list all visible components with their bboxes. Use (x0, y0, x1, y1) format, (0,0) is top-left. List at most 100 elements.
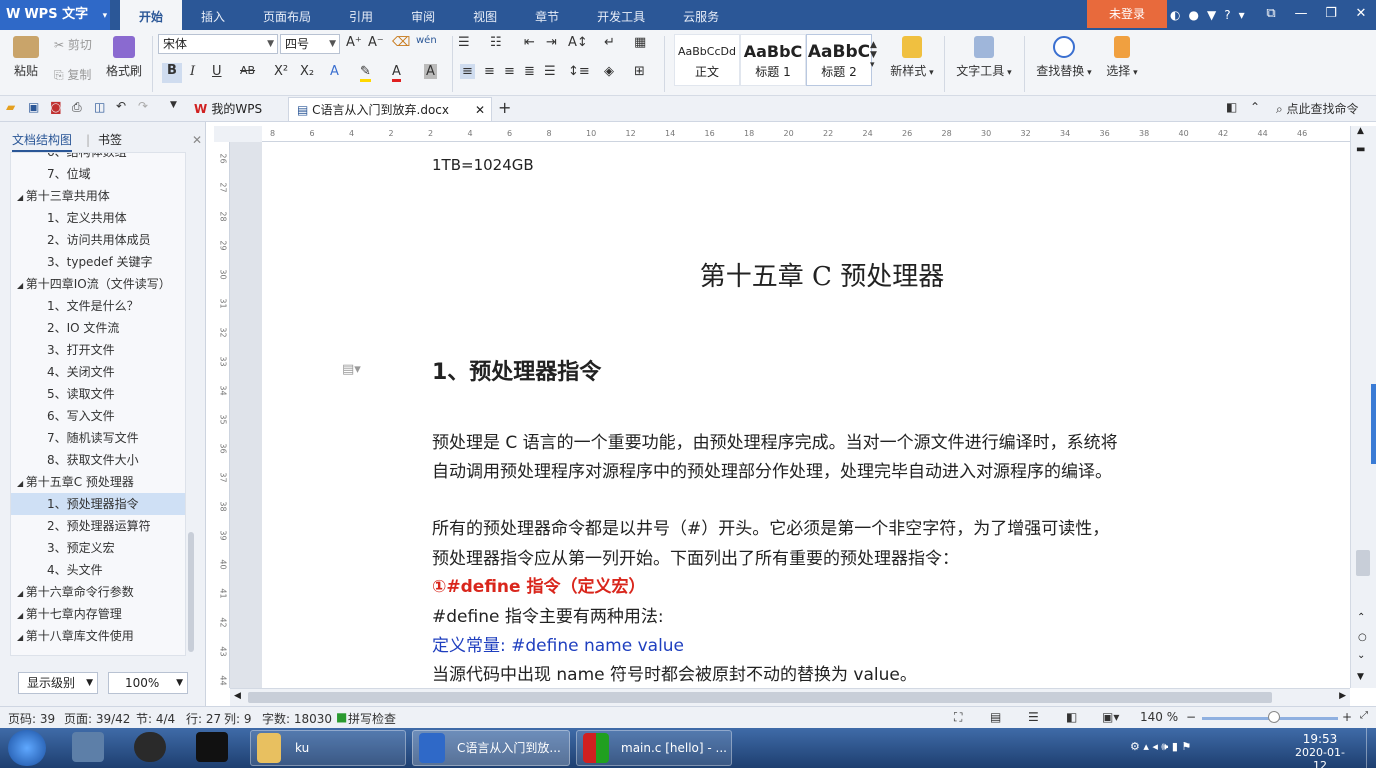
terminal-app-icon[interactable] (196, 732, 228, 762)
tab-page-layout[interactable]: 页面布局 (244, 0, 330, 30)
status-section[interactable]: 节: 4/4 (136, 710, 175, 727)
collapse-icon[interactable]: ◢ (17, 589, 26, 598)
text-tools-button[interactable]: 文字工具 ▾ (952, 36, 1016, 79)
cut-button[interactable]: ✂ 剪切 (54, 36, 92, 53)
decrease-indent-icon[interactable]: ⇤ (524, 35, 535, 50)
outline-chapter[interactable]: ◢ 第十八章库文件使用 (11, 625, 185, 647)
outline-item[interactable]: 4、头文件 (11, 559, 185, 581)
outline-view-icon[interactable]: ☰ (1028, 710, 1039, 724)
horizontal-scrollbar[interactable]: ◀ ▶ (230, 688, 1350, 706)
outline-item[interactable]: 3、typedef 关键字 (11, 251, 185, 273)
collapse-icon[interactable]: ◢ (17, 633, 26, 642)
skin-icon[interactable]: ▼ (1207, 8, 1216, 22)
line-spacing-icon[interactable]: ↕≡ (568, 64, 590, 79)
outline-item[interactable]: 2、访问共用体成员 (11, 229, 185, 251)
expand-icon[interactable]: ⤢ (1360, 710, 1368, 721)
font-color-icon[interactable]: A (392, 64, 401, 82)
undo-icon[interactable]: ↶ (116, 99, 126, 113)
align-left-icon[interactable]: ≡ (460, 64, 475, 79)
tab-references[interactable]: 引用 (330, 0, 392, 30)
outline-item[interactable]: 4、关闭文件 (11, 361, 185, 383)
outline-chapter[interactable]: ◢ 第十七章内存管理 (11, 603, 185, 625)
font-size-select[interactable]: 四号 ▼ (280, 34, 340, 54)
open-icon[interactable]: ▰ (6, 100, 15, 114)
collapse-icon[interactable]: ◢ (17, 193, 26, 202)
panel-zoom-select[interactable]: 100% ▼ (108, 672, 188, 694)
preview-icon[interactable]: ◫ (94, 100, 105, 114)
side-panel-toggle[interactable] (1371, 384, 1376, 464)
underline-icon[interactable]: U (212, 64, 222, 79)
scroll-left-icon[interactable]: ◀ (234, 691, 241, 701)
status-page[interactable]: 页面: 39/42 (64, 710, 130, 727)
copy-button[interactable]: ⎘ 复制 (54, 66, 91, 83)
feedback-icon[interactable]: ◐ (1170, 8, 1180, 22)
paragraph-menu-icon[interactable]: ▤▾ (342, 362, 361, 377)
maximize-icon[interactable]: ❐ (1316, 0, 1346, 30)
zoom-out-icon[interactable]: − (1186, 710, 1196, 724)
web-view-icon[interactable]: ◧ (1066, 710, 1077, 724)
app-menu-button[interactable]: W WPS 文字 ▾ (0, 0, 110, 30)
tab-insert[interactable]: 插入 (182, 0, 244, 30)
fill-color-icon[interactable]: ◈ (604, 64, 614, 79)
tab-cloud[interactable]: 云服务 (664, 0, 738, 30)
display-level-select[interactable]: 显示级别 ▼ (18, 672, 98, 694)
help-icon[interactable]: ? (1224, 8, 1230, 22)
shrink-font-icon[interactable]: A⁻ (368, 35, 384, 50)
horizontal-ruler[interactable]: 8 6 4 2 2 4 6 8 10 12 14 16 18 20 22 24 26 28 30 32 34 36 38 40… (262, 126, 1350, 142)
scroll-right-icon[interactable]: ▶ (1339, 691, 1346, 701)
pinyin-icon[interactable]: wén (416, 35, 437, 46)
collapse-icon[interactable]: ◢ (17, 611, 26, 620)
nox-app-icon[interactable] (134, 732, 166, 762)
tab-bookmark[interactable]: 书签 (98, 130, 122, 150)
tab-document[interactable]: ▤ C语言从入门到放弃.docx ✕ (288, 97, 492, 121)
format-painter-button[interactable]: 格式刷 (102, 36, 146, 79)
close-icon[interactable]: ✕ (1346, 0, 1376, 30)
tab-developer[interactable]: 开发工具 (578, 0, 664, 30)
vertical-scrollbar[interactable]: ▲ ▬ ⌃ ○ ⌄ ▼ (1350, 126, 1376, 688)
read-mode-icon[interactable]: ▣▾ (1102, 710, 1119, 724)
status-page-no[interactable]: 页码: 39 (8, 710, 55, 727)
outline-item[interactable]: 8、获取文件大小 (11, 449, 185, 471)
print-icon[interactable]: ⎙ (72, 100, 82, 115)
outline-item[interactable]: 7、随机读写文件 (11, 427, 185, 449)
command-search[interactable]: ⌕ 点此查找命令 (1276, 100, 1359, 117)
italic-icon[interactable]: I (190, 64, 195, 79)
style-heading-2[interactable]: AaBbC 标题 2 (806, 34, 872, 86)
pdf-icon[interactable]: ◙ (50, 100, 62, 114)
collapse-icon[interactable]: ◢ (17, 281, 26, 290)
next-page-icon[interactable]: ⌄ (1357, 650, 1365, 661)
prev-page-icon[interactable]: ⌃ (1357, 612, 1365, 623)
document-page[interactable]: 1TB=1024GB 第十五章 C 预处理器 ▤▾ 1、预处理器指令 预处理是 … (262, 142, 1350, 688)
tab-chapter[interactable]: 章节 (516, 0, 578, 30)
outline-item[interactable]: 3、打开文件 (11, 339, 185, 361)
find-replace-button[interactable]: 查找替换 ▾ (1032, 36, 1096, 79)
outline-item[interactable]: 3、预定义宏 (11, 537, 185, 559)
collapse-icon[interactable]: ◢ (17, 479, 26, 488)
strikethrough-icon[interactable]: AB (240, 64, 255, 77)
increase-indent-icon[interactable]: ⇥ (546, 35, 557, 50)
outline-item[interactable]: 6、写入文件 (11, 405, 185, 427)
show-desktop-button[interactable] (1366, 728, 1376, 768)
start-button[interactable] (8, 730, 46, 766)
text-effect-icon[interactable]: A (330, 64, 339, 79)
justify-icon[interactable]: ≣ (524, 64, 535, 79)
outline-item[interactable]: 5、读取文件 (11, 383, 185, 405)
show-marks-icon[interactable]: ↵ (604, 35, 615, 50)
close-icon[interactable]: ✕ (192, 130, 202, 150)
task-folder[interactable]: ku (250, 730, 406, 766)
browse-object-icon[interactable]: ○ (1358, 632, 1367, 643)
superscript-icon[interactable]: X² (274, 64, 288, 79)
scroll-up-icon[interactable]: ▲ (1357, 126, 1364, 136)
tab-home[interactable]: 开始 (120, 0, 183, 30)
gear-app-icon[interactable] (72, 732, 104, 762)
save-icon[interactable]: ▣ (28, 100, 39, 114)
zoom-in-icon[interactable]: + (1342, 710, 1352, 724)
tray-icons[interactable]: ⚙ ▴ ◂ 🕪 ▮ ⚑ (1130, 740, 1191, 754)
tree-scrollbar[interactable] (188, 532, 194, 652)
outline-item[interactable]: 2、IO 文件流 (11, 317, 185, 339)
zoom-slider-handle[interactable] (1268, 711, 1280, 723)
paste-button[interactable]: 粘贴 (6, 36, 46, 79)
user-icon[interactable]: ● (1188, 8, 1198, 22)
task-codeblocks[interactable]: main.c [hello] - ... (576, 730, 732, 766)
bullet-list-icon[interactable]: ☰ (458, 35, 470, 50)
